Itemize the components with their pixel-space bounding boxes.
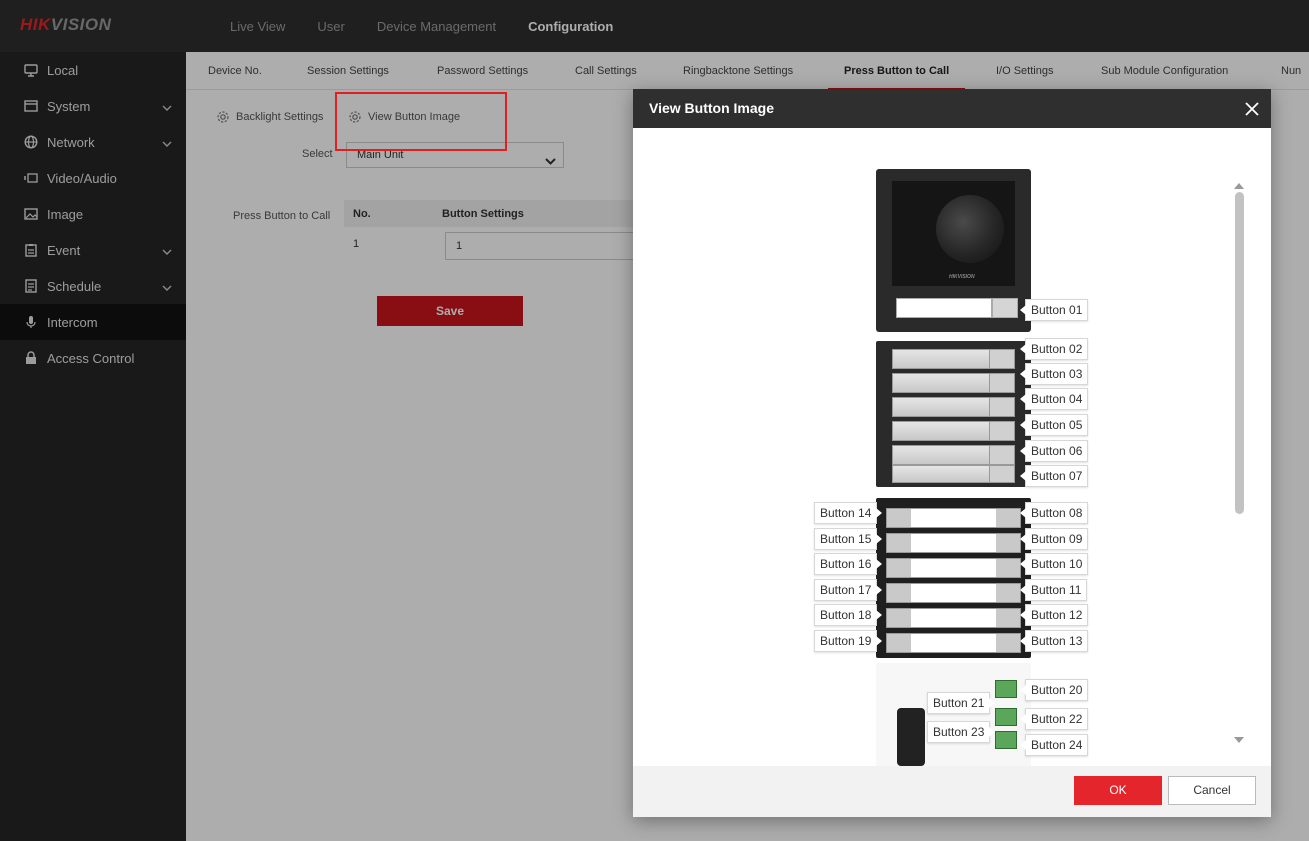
button-label: Button 02 bbox=[1019, 338, 1089, 360]
terminal-block bbox=[995, 708, 1017, 726]
device-key-end bbox=[992, 298, 1018, 318]
close-icon[interactable] bbox=[1241, 98, 1263, 120]
button-label: Button 16 bbox=[814, 553, 883, 575]
device-key bbox=[886, 633, 1021, 653]
button-label: Button 21 bbox=[927, 692, 996, 714]
device-key bbox=[886, 533, 1021, 553]
device-key bbox=[886, 583, 1021, 603]
device-key-end bbox=[989, 397, 1015, 417]
device-diagram: HIKVISION Button 01 Button 02 Button 03 … bbox=[633, 128, 1233, 766]
button-label: Button 10 bbox=[1019, 553, 1089, 575]
scrollbar-thumb[interactable] bbox=[1235, 192, 1244, 514]
device-logo: HIKVISION bbox=[949, 274, 975, 280]
view-button-image-dialog: View Button Image HIKVISION Button 01 Bu… bbox=[633, 89, 1271, 817]
camera-glass: HIKVISION bbox=[892, 181, 1015, 286]
button-label: Button 03 bbox=[1019, 363, 1089, 385]
highlight-annotation bbox=[335, 92, 507, 151]
device-key bbox=[896, 298, 992, 318]
button-label: Button 14 bbox=[814, 502, 883, 524]
button-label: Button 18 bbox=[814, 604, 883, 626]
button-label: Button 15 bbox=[814, 528, 883, 550]
button-label: Button 07 bbox=[1019, 465, 1089, 487]
device-key bbox=[886, 558, 1021, 578]
button-label: Button 06 bbox=[1019, 440, 1089, 462]
device-key-end bbox=[989, 421, 1015, 441]
device-key-end bbox=[989, 445, 1015, 465]
button-label: Button 19 bbox=[814, 630, 883, 652]
button-label: Button 13 bbox=[1019, 630, 1089, 652]
dialog-header: View Button Image bbox=[633, 89, 1271, 128]
dialog-title: View Button Image bbox=[649, 100, 774, 116]
scroll-down-icon[interactable] bbox=[1234, 731, 1244, 749]
cancel-button[interactable]: Cancel bbox=[1168, 776, 1256, 805]
button-label: Button 20 bbox=[1019, 679, 1089, 701]
button-label: Button 17 bbox=[814, 579, 883, 601]
device-key bbox=[886, 508, 1021, 528]
device-key-end bbox=[989, 373, 1015, 393]
ok-button[interactable]: OK bbox=[1074, 776, 1162, 805]
white-button-module bbox=[876, 498, 1031, 658]
button-label: Button 23 bbox=[927, 721, 996, 743]
button-label: Button 04 bbox=[1019, 388, 1089, 410]
button-label: Button 09 bbox=[1019, 528, 1089, 550]
camera-module: HIKVISION bbox=[876, 169, 1031, 332]
terminal-block bbox=[995, 680, 1017, 698]
device-key-end bbox=[989, 465, 1015, 483]
button-label: Button 08 bbox=[1019, 502, 1089, 524]
dialog-footer: OK Cancel bbox=[633, 766, 1271, 817]
device-key bbox=[886, 608, 1021, 628]
terminal-block bbox=[995, 731, 1017, 749]
button-label: Button 24 bbox=[1019, 734, 1089, 756]
button-label: Button 12 bbox=[1019, 604, 1089, 626]
app-root: HIKVISION Live View User Device Manageme… bbox=[0, 0, 1309, 841]
button-label: Button 11 bbox=[1019, 579, 1088, 601]
button-label: Button 01 bbox=[1019, 299, 1089, 321]
button-label: Button 05 bbox=[1019, 414, 1089, 436]
device-connector bbox=[897, 708, 925, 766]
device-key-end bbox=[989, 349, 1015, 369]
dialog-body: HIKVISION Button 01 Button 02 Button 03 … bbox=[633, 128, 1271, 766]
button-label: Button 22 bbox=[1019, 708, 1089, 730]
grey-button-module bbox=[876, 341, 1031, 487]
camera-lens bbox=[936, 195, 1004, 263]
